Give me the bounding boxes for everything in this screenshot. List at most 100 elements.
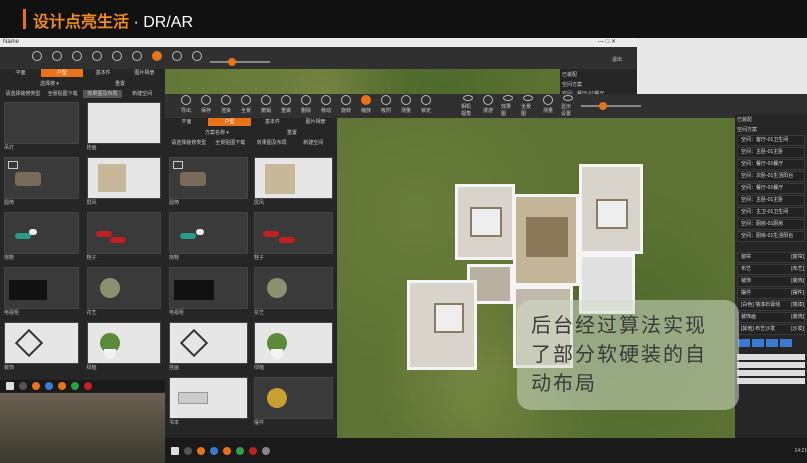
start-icon[interactable]	[171, 446, 179, 455]
slider-thumb[interactable]	[599, 102, 607, 110]
prop-row[interactable]: 装饰画 [装饰]	[737, 312, 805, 323]
filter-dropdown[interactable]: 方案名称 ▾	[205, 129, 229, 136]
sub-tab[interactable]: 全景贴图下载	[43, 90, 83, 98]
tab-plan[interactable]: 平面	[0, 69, 41, 77]
library-item[interactable]: 挂画	[169, 322, 248, 371]
setting-field[interactable]	[737, 370, 805, 376]
room-list-item[interactable]: 空间：主卧-01主卧	[737, 147, 805, 158]
library-item[interactable]: 绿植	[86, 322, 161, 371]
library-item[interactable]: 电视柜	[4, 267, 79, 316]
prop-row[interactable]: [其他] 布艺沙发 [沙发]	[737, 324, 805, 335]
room-list-item[interactable]: 空间：主卫-01卫生间	[737, 207, 805, 218]
sub-tab[interactable]: 新建空间	[293, 139, 335, 147]
setting-field[interactable]	[737, 378, 805, 384]
library-item[interactable]: 摆件	[254, 377, 333, 426]
redo-button[interactable]: 重做	[279, 95, 293, 117]
swatch[interactable]	[766, 339, 778, 347]
setting-field[interactable]	[737, 362, 805, 368]
rotate-button[interactable]: 旋转	[339, 95, 353, 117]
taskbar-icon[interactable]	[71, 382, 79, 390]
setting-field[interactable]	[737, 354, 805, 360]
taskbar-icon[interactable]	[32, 382, 40, 390]
scale-button[interactable]: 缩放	[359, 95, 373, 117]
start-icon[interactable]	[6, 382, 14, 390]
filter-dropdown[interactable]: 选择按 ▾	[40, 80, 59, 87]
zoom-slider[interactable]	[581, 102, 641, 110]
taskbar-icon[interactable]	[19, 382, 27, 390]
library-item[interactable]: 电视柜	[169, 267, 248, 316]
sub-tab[interactable]: 新建空间	[122, 90, 162, 98]
lock-button[interactable]: 锁定	[419, 95, 433, 117]
room-list-item[interactable]: 空间：次卧-01生活阳台	[737, 171, 805, 182]
swatch[interactable]	[780, 339, 792, 347]
sub-tab[interactable]: 效果图及布局	[251, 139, 293, 147]
taskbar-icon[interactable]	[58, 382, 66, 390]
room-list-item[interactable]: 空间：餐厅-01餐厅	[737, 159, 805, 170]
taskbar-icon[interactable]	[197, 446, 205, 455]
prop-row[interactable]: [白色] 墙漆石膏线 [墙漆]	[737, 300, 805, 311]
sub-tab[interactable]: 请选择装修类型	[168, 139, 210, 147]
undo-button[interactable]: 撤销	[259, 95, 273, 117]
bedroom-room[interactable]	[455, 184, 515, 260]
library-item[interactable]: 鞋子	[86, 212, 161, 261]
tab-basic[interactable]: 基本件	[251, 118, 294, 126]
render-button[interactable]: 渲染	[219, 95, 233, 117]
room-list-item[interactable]: 空间：餐厅-01餐厅	[737, 183, 805, 194]
back-right-item[interactable]: 空间方案	[560, 80, 637, 89]
library-item[interactable]: 花艺	[86, 267, 161, 316]
sub-tab-active[interactable]: 效果图及布局	[82, 90, 123, 98]
swatch[interactable]	[738, 339, 750, 347]
snap-button[interactable]: 吸附	[379, 95, 393, 117]
prop-row[interactable]: 窗帘 [窗帘]	[737, 252, 805, 263]
taskbar-icon[interactable]	[262, 446, 270, 455]
library-item[interactable]: 圆椅	[4, 157, 79, 206]
slider-thumb[interactable]	[228, 58, 236, 66]
library-item[interactable]: 拖鞋	[169, 212, 248, 261]
sub-tab[interactable]: 全景贴图下载	[210, 139, 252, 147]
swatch[interactable]	[752, 339, 764, 347]
render-image-button[interactable]: 效果图	[501, 95, 515, 117]
exit-button[interactable]: 退出	[612, 56, 622, 63]
display-settings-button[interactable]: 显示设置	[561, 95, 575, 117]
room-list-item[interactable]: 空间：厨房-01生活阳台	[737, 231, 805, 242]
measure-button[interactable]: 测量	[399, 95, 413, 117]
walk-button[interactable]: 漫游	[481, 95, 495, 117]
taskbar-icon[interactable]	[84, 382, 92, 390]
zoom-slider[interactable]	[210, 58, 270, 66]
master-bedroom[interactable]	[579, 164, 643, 254]
second-bedroom[interactable]	[407, 280, 477, 370]
library-item[interactable]: 圆椅	[169, 157, 248, 206]
library-item[interactable]: 花艺	[254, 267, 333, 316]
delete-button[interactable]: 删除	[299, 95, 313, 117]
move-button[interactable]: 移动	[319, 95, 333, 117]
reset-button[interactable]: 重置	[115, 80, 125, 87]
taskbar-icon[interactable]	[223, 446, 231, 455]
tab-album[interactable]: 图片相册	[124, 69, 165, 77]
prop-row[interactable]: 摆件 [摆件]	[737, 288, 805, 299]
library-item[interactable]: 装饰	[4, 322, 79, 371]
panorama-button[interactable]: 全景	[239, 95, 253, 117]
measure-tool-button[interactable]: 测量	[541, 95, 555, 117]
library-item[interactable]: 鞋子	[254, 212, 333, 261]
reset-button[interactable]: 重置	[287, 129, 297, 136]
library-item[interactable]: 屏风	[86, 157, 161, 206]
taskbar-icon[interactable]	[210, 446, 218, 455]
library-item[interactable]: 屏风	[254, 157, 333, 206]
taskbar-icon[interactable]	[45, 382, 53, 390]
taskbar-icon[interactable]	[236, 446, 244, 455]
room-list-item[interactable]: 空间：厨房-01厨房	[737, 219, 805, 230]
panorama-image-button[interactable]: 全景图	[521, 95, 535, 117]
taskbar-icon[interactable]	[184, 446, 192, 455]
library-item[interactable]: 挂画	[86, 102, 161, 151]
taskbar-icon[interactable]	[249, 446, 257, 455]
sub-tab[interactable]: 请选择装修类型	[3, 90, 43, 98]
back-window-controls[interactable]: — □ ✕	[598, 38, 616, 45]
tab-layout[interactable]: 户型	[41, 69, 83, 77]
tab-basic[interactable]: 基本件	[83, 69, 124, 77]
library-item[interactable]: 绿植	[254, 322, 333, 371]
save-button[interactable]: 保存	[199, 95, 213, 117]
tab-plan[interactable]: 平面	[165, 118, 208, 126]
tab-layout[interactable]: 户型	[208, 118, 251, 126]
library-item[interactable]: 拖鞋	[4, 212, 79, 261]
living-room[interactable]	[513, 194, 579, 286]
